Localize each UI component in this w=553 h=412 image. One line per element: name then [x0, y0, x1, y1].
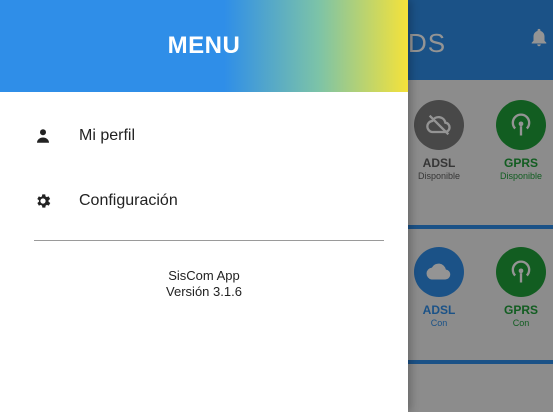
menu-item-profile[interactable]: Mi perfil: [0, 106, 408, 166]
person-icon: [37, 129, 49, 143]
gear-icon: [37, 194, 51, 208]
divider: [34, 240, 384, 241]
app-version: Versión 3.1.6: [166, 284, 242, 299]
menu-item-settings[interactable]: Configuración: [0, 171, 408, 231]
menu-item-label: Configuración: [79, 192, 178, 209]
navigation-drawer: MENU Mi perfil Configuración SisCom App …: [0, 0, 408, 412]
drawer-header: MENU: [0, 0, 408, 92]
drawer-title: MENU: [167, 32, 241, 59]
menu-item-label: Mi perfil: [79, 127, 136, 144]
app-version-info: SisCom App Versión 3.1.6: [0, 268, 408, 300]
app-name: SisCom App: [168, 268, 240, 283]
